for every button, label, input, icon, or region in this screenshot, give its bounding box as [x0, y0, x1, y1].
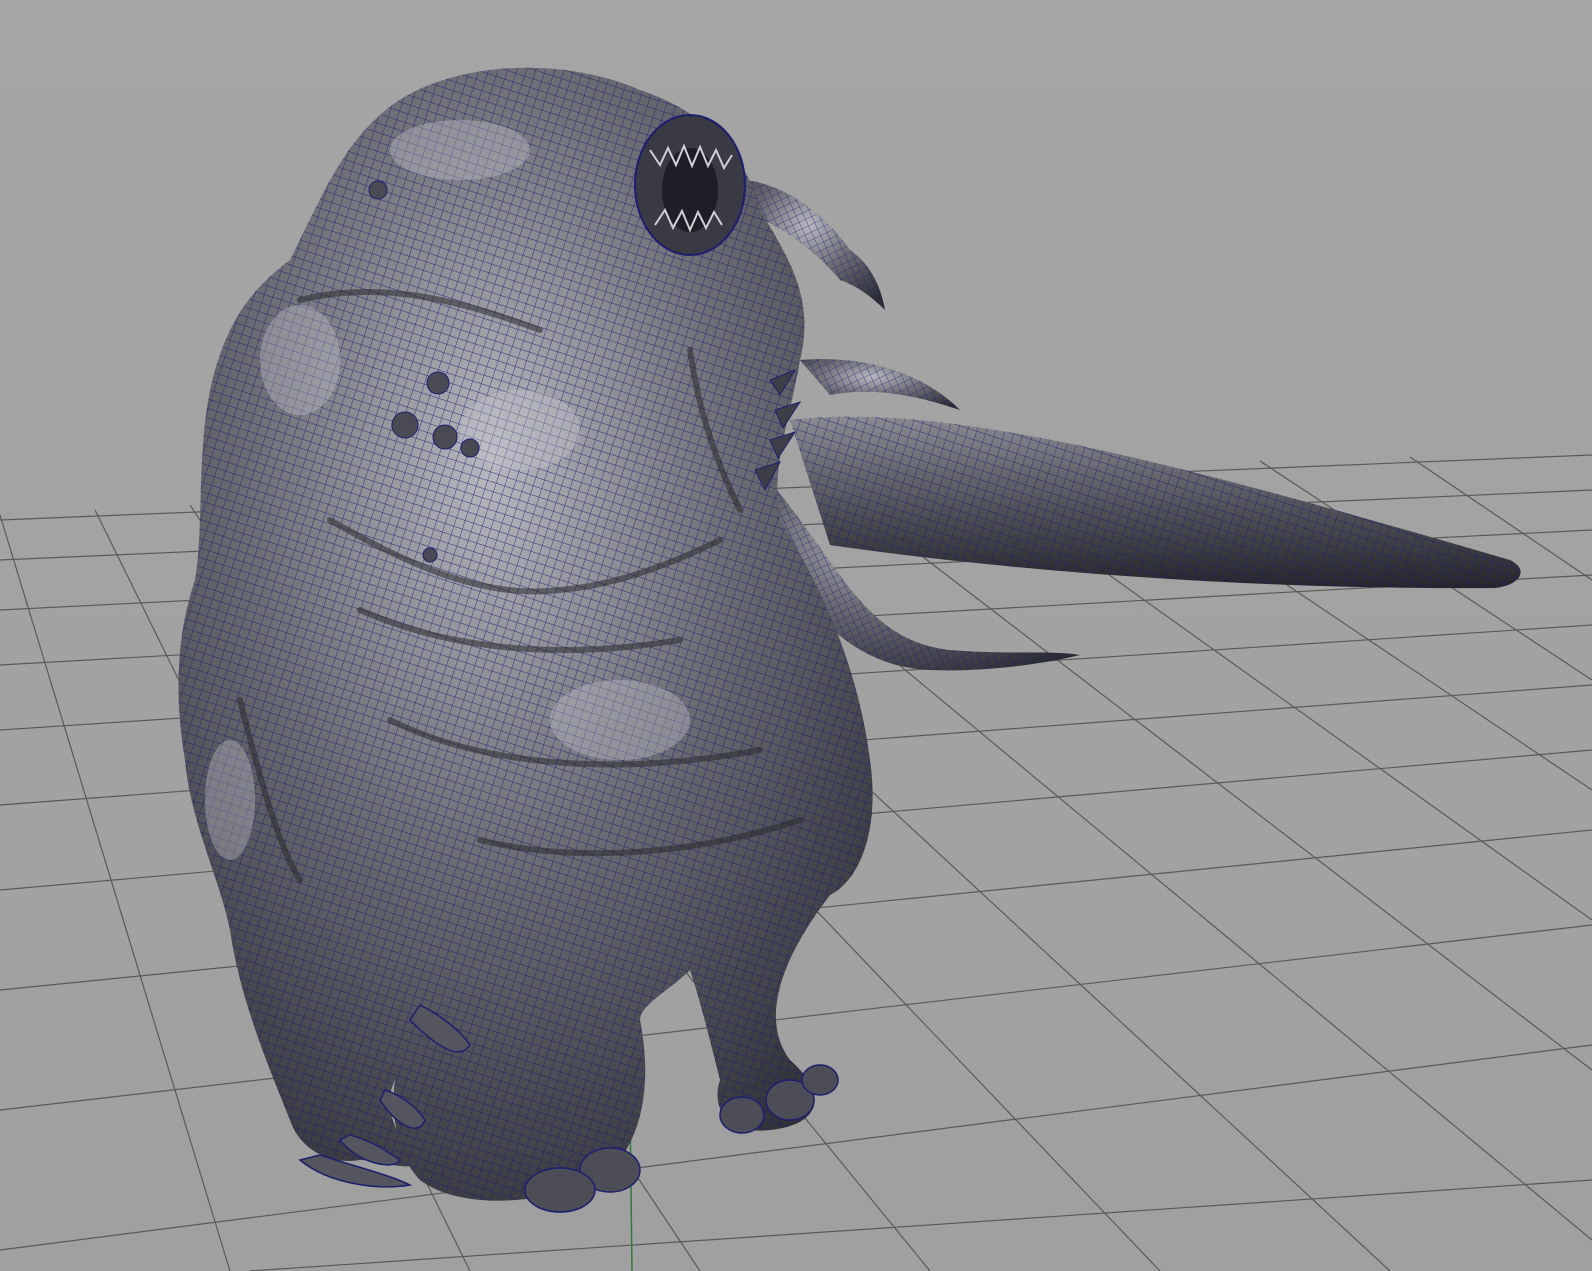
creature-tail[interactable] — [790, 416, 1521, 589]
creature-mesh[interactable] — [178, 67, 873, 1201]
creature-mouth — [634, 114, 746, 256]
3d-viewport[interactable] — [0, 0, 1592, 1271]
viewport-canvas[interactable] — [0, 0, 1592, 1271]
